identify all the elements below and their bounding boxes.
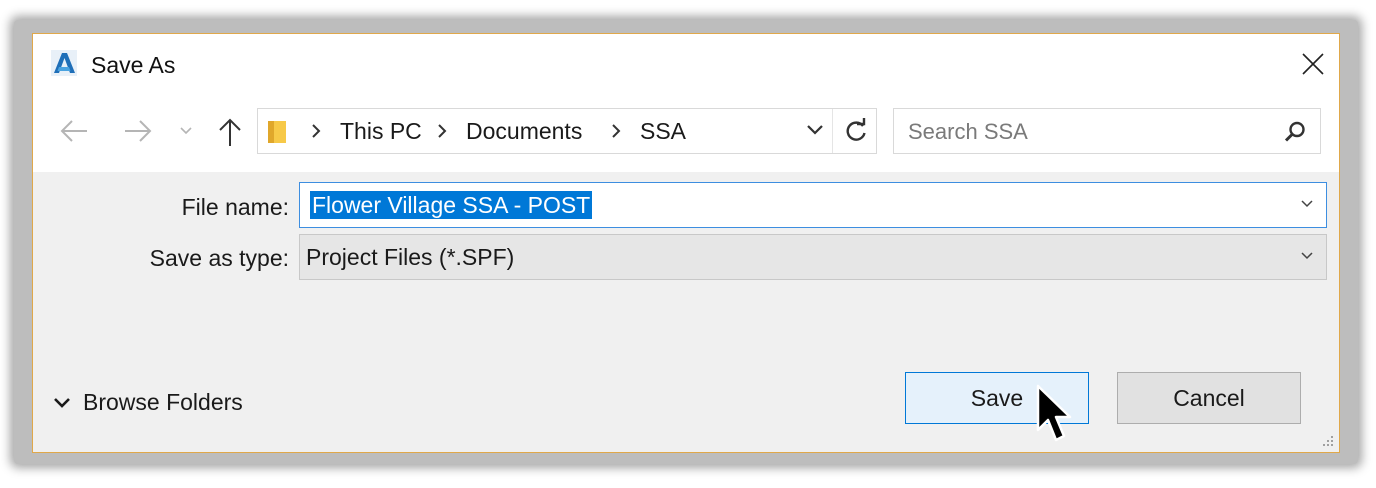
refresh-button[interactable] bbox=[832, 109, 878, 153]
search-input[interactable] bbox=[908, 119, 1268, 145]
close-icon bbox=[1302, 53, 1324, 75]
file-name-value[interactable]: Flower Village SSA - POST bbox=[310, 191, 593, 219]
up-arrow-icon bbox=[219, 118, 241, 146]
up-button[interactable] bbox=[217, 116, 243, 148]
save-as-type-select[interactable]: Project Files (*.SPF) bbox=[299, 234, 1327, 280]
mouse-cursor-icon bbox=[1036, 384, 1072, 442]
forward-button[interactable] bbox=[123, 118, 153, 144]
address-bar[interactable]: This PC Documents SSA bbox=[257, 108, 877, 154]
address-history-chevron-icon[interactable] bbox=[806, 123, 824, 137]
chevron-down-icon bbox=[54, 397, 70, 408]
close-button[interactable] bbox=[1291, 42, 1335, 86]
title-bar: Save As bbox=[33, 34, 1339, 96]
search-box[interactable] bbox=[893, 108, 1321, 154]
breadcrumb-separator-icon bbox=[438, 124, 447, 138]
file-name-field[interactable]: Flower Village SSA - POST bbox=[299, 182, 1327, 228]
autodesk-a-icon bbox=[51, 50, 77, 76]
window-title: Save As bbox=[91, 52, 176, 78]
chevron-down-icon bbox=[1301, 252, 1313, 260]
breadcrumb-this-pc[interactable]: This PC bbox=[340, 118, 422, 145]
refresh-icon bbox=[846, 118, 866, 141]
save-as-type-value: Project Files (*.SPF) bbox=[306, 244, 515, 270]
file-name-label: File name: bbox=[181, 194, 289, 220]
cancel-button[interactable]: Cancel bbox=[1117, 372, 1301, 424]
save-as-type-label: Save as type: bbox=[149, 245, 289, 271]
breadcrumb-ssa[interactable]: SSA bbox=[640, 118, 686, 145]
resize-grip-icon[interactable] bbox=[1321, 434, 1335, 448]
back-arrow-icon bbox=[60, 120, 87, 142]
cancel-button-label: Cancel bbox=[1173, 384, 1245, 411]
breadcrumb-separator-icon bbox=[312, 124, 321, 138]
breadcrumb-separator-icon bbox=[612, 124, 621, 138]
back-button[interactable] bbox=[59, 118, 89, 144]
breadcrumb-documents[interactable]: Documents bbox=[466, 118, 582, 145]
save-button-label: Save bbox=[970, 384, 1024, 411]
folder-icon bbox=[268, 121, 286, 143]
browse-folders-label: Browse Folders bbox=[83, 389, 243, 415]
forward-arrow-icon bbox=[125, 120, 152, 142]
chevron-down-icon[interactable] bbox=[1300, 199, 1314, 209]
recent-locations-button[interactable] bbox=[179, 126, 193, 136]
browse-folders-toggle[interactable]: Browse Folders bbox=[53, 389, 243, 416]
navigation-bar: This PC Documents SSA bbox=[33, 96, 1339, 172]
search-icon[interactable] bbox=[1284, 121, 1306, 143]
save-as-dialog: Save As This PC Documents SSA Search SSA… bbox=[32, 33, 1340, 453]
chevron-down-icon bbox=[180, 127, 192, 135]
